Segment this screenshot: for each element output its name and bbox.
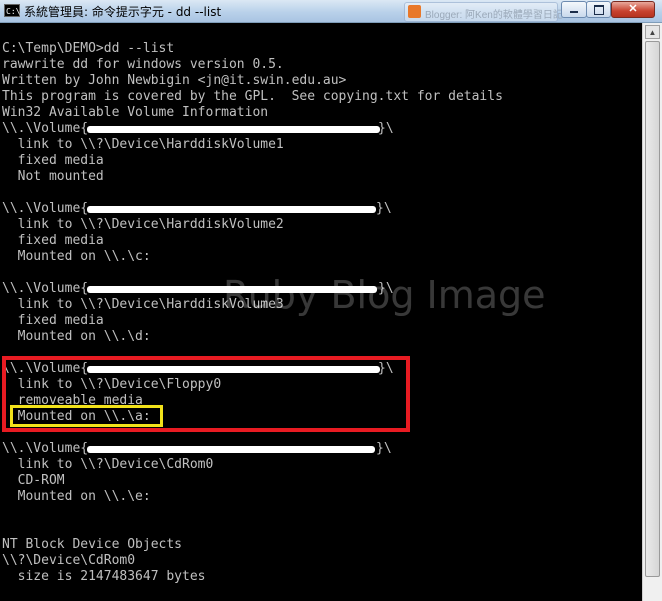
background-window-tab: Blogger: 阿Ken的軟體學習日記 <box>404 2 563 22</box>
console-line: link to \\?\Device\HarddiskVolume1 <box>2 137 284 152</box>
console-line: Mounted on \\.\e: <box>2 489 151 504</box>
console-line: fixed media <box>2 313 104 328</box>
title-bar[interactable]: C:\ 系統管理員: 命令提示字元 - dd --list Blogger: 阿… <box>0 0 662 23</box>
console-line: This program is covered by the GPL. See … <box>2 89 503 104</box>
redacted-guid <box>87 206 376 213</box>
vertical-scrollbar[interactable]: ▲ <box>642 23 662 601</box>
console-line: rawwrite dd for windows version 0.5. <box>2 57 284 72</box>
background-window-title: Blogger: 阿Ken的軟體學習日記 <box>425 10 563 21</box>
console-line: fixed media <box>2 233 104 248</box>
volume-close: }\ <box>376 201 392 216</box>
console-line: \\.\Volume{ <box>2 441 88 457</box>
volume-prefix: \\.\Volume{ <box>2 361 89 376</box>
console-line: CD-ROM <box>2 473 65 488</box>
console-line: \\.\Volume{ <box>2 361 88 377</box>
redacted-guid <box>87 366 380 373</box>
window-title: 系統管理員: 命令提示字元 - dd --list <box>24 5 222 19</box>
redacted-guid <box>87 446 375 453</box>
volume-prefix: \\.\Volume{ <box>2 121 89 136</box>
console-line: fixed media <box>2 153 104 168</box>
console-line: C:\Temp\DEMO>dd --list <box>2 41 175 56</box>
console-line: Written by John Newbigin <jn@it.swin.edu… <box>2 73 347 88</box>
volume-close: }\ <box>378 121 394 136</box>
console-line: removeable media <box>2 393 143 408</box>
scroll-thumb[interactable] <box>645 41 660 577</box>
console-line: link to \\?\Device\HarddiskVolume2 <box>2 217 284 232</box>
console-window: C:\ 系統管理員: 命令提示字元 - dd --list Blogger: 阿… <box>0 0 662 601</box>
console-line: \\.\Volume{ <box>2 121 88 137</box>
volume-prefix: \\.\Volume{ <box>2 201 89 216</box>
console-line: \\?\Device\CdRom0 <box>2 553 136 568</box>
console-line: Mounted on \\.\d: <box>2 329 151 344</box>
console-line: Mounted on \\.\c: <box>2 249 151 264</box>
volume-close: }\ <box>378 361 394 376</box>
console-line: link to \\?\Device\Floppy0 <box>2 377 222 392</box>
console-line: \\.\Volume{ <box>2 201 88 217</box>
volume-prefix: \\.\Volume{ <box>2 441 89 456</box>
console-line: Not mounted <box>2 169 104 184</box>
redacted-guid <box>87 126 380 133</box>
minimize-icon <box>570 11 578 13</box>
minimize-button[interactable] <box>561 1 587 18</box>
console-line: Win32 Available Volume Information <box>2 105 269 120</box>
console-line-highlighted: Mounted on \\.\a: <box>2 409 151 424</box>
blogger-icon <box>408 5 421 18</box>
maximize-icon <box>593 5 604 15</box>
console-line: NT Block Device Objects <box>2 537 183 552</box>
console-line: \\.\Volume{ <box>2 281 88 297</box>
cmd-icon[interactable]: C:\ <box>4 4 20 17</box>
watermark: Ruby Blog Image <box>223 273 546 317</box>
maximize-button[interactable] <box>586 1 611 18</box>
volume-close: }\ <box>376 441 392 456</box>
close-button[interactable]: ✕ <box>611 1 655 18</box>
close-icon: ✕ <box>628 3 638 15</box>
console-line: size is 2147483647 bytes <box>2 569 206 584</box>
scroll-up-arrow-icon[interactable]: ▲ <box>645 25 660 39</box>
console-line: link to \\?\Device\CdRom0 <box>2 457 214 472</box>
volume-prefix: \\.\Volume{ <box>2 281 89 296</box>
